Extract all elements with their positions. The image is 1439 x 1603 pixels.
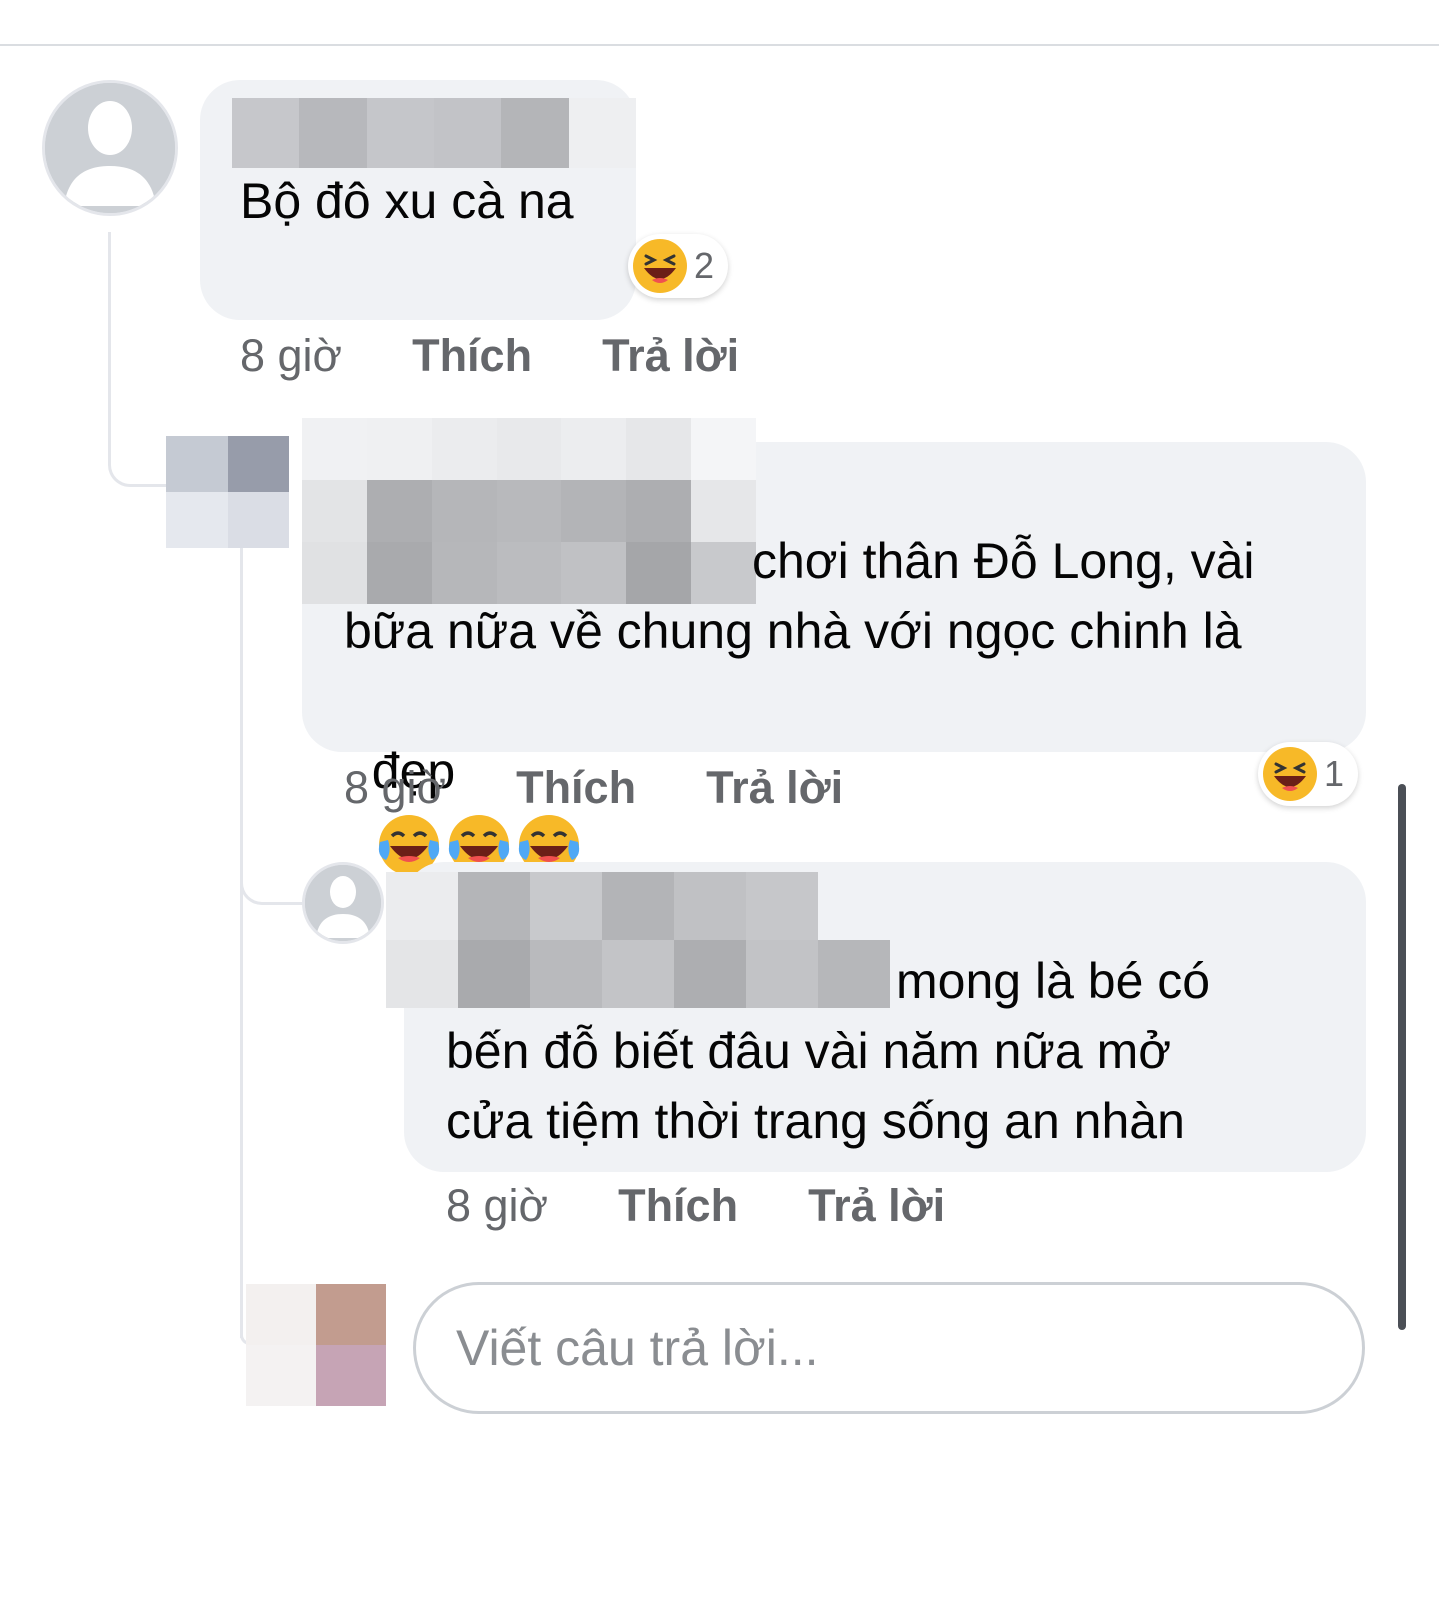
reaction-summary[interactable]: 2 [628, 234, 729, 298]
reply-button[interactable]: Trả lời [602, 330, 739, 382]
reply-input[interactable] [413, 1282, 1365, 1414]
timestamp[interactable]: 8 giờ [446, 1180, 548, 1232]
thread-connector [240, 856, 305, 905]
comment-text-line: bữa nữa về chung nhà với ngọc chinh là [344, 603, 1242, 659]
like-button[interactable]: Thích [412, 330, 532, 382]
avatar[interactable] [42, 80, 178, 216]
comment-text-line: mong là bé có [896, 953, 1211, 1009]
scrollbar[interactable] [1398, 784, 1406, 1330]
comment-text-line: chơi thân Đỗ Long, vài [752, 533, 1255, 589]
timestamp[interactable]: 8 giờ [344, 762, 446, 814]
like-button[interactable]: Thích [618, 1180, 738, 1232]
reaction-summary[interactable]: 1 [1258, 742, 1359, 806]
reaction-count: 1 [1324, 753, 1345, 794]
comment-text-line: bến đỗ biết đâu vài năm nữa mở [446, 1023, 1172, 1079]
comment-text: Bộ đô xu cà na [240, 173, 574, 229]
reaction-count: 2 [694, 245, 715, 286]
commenter-name-blurred [386, 872, 890, 1008]
timestamp[interactable]: 8 giờ [240, 330, 342, 382]
comment-meta: 8 giờ Thích Trả lời [446, 1180, 1015, 1232]
commenter-name-blurred [232, 98, 636, 168]
thread-connector [108, 232, 169, 487]
current-user-avatar[interactable] [246, 1284, 386, 1406]
laughing-emoji-icon [1263, 747, 1317, 801]
comment-text-line: cửa tiệm thời trang sống an nhàn [446, 1093, 1185, 1149]
laughing-emoji-icon [633, 239, 687, 293]
default-profile-icon [45, 83, 175, 213]
like-button[interactable]: Thích [516, 762, 636, 814]
commenter-name-blurred [302, 418, 756, 604]
comment-meta: 8 giờ Thích Trả lời [344, 762, 913, 814]
thread-connector [240, 548, 246, 1338]
avatar[interactable] [166, 436, 289, 548]
reply-button[interactable]: Trả lời [808, 1180, 945, 1232]
top-divider [0, 44, 1439, 46]
default-profile-icon [305, 865, 381, 941]
avatar[interactable] [302, 862, 384, 944]
comment-meta: 8 giờ Thích Trả lời [240, 330, 809, 382]
reply-button[interactable]: Trả lời [706, 762, 843, 814]
